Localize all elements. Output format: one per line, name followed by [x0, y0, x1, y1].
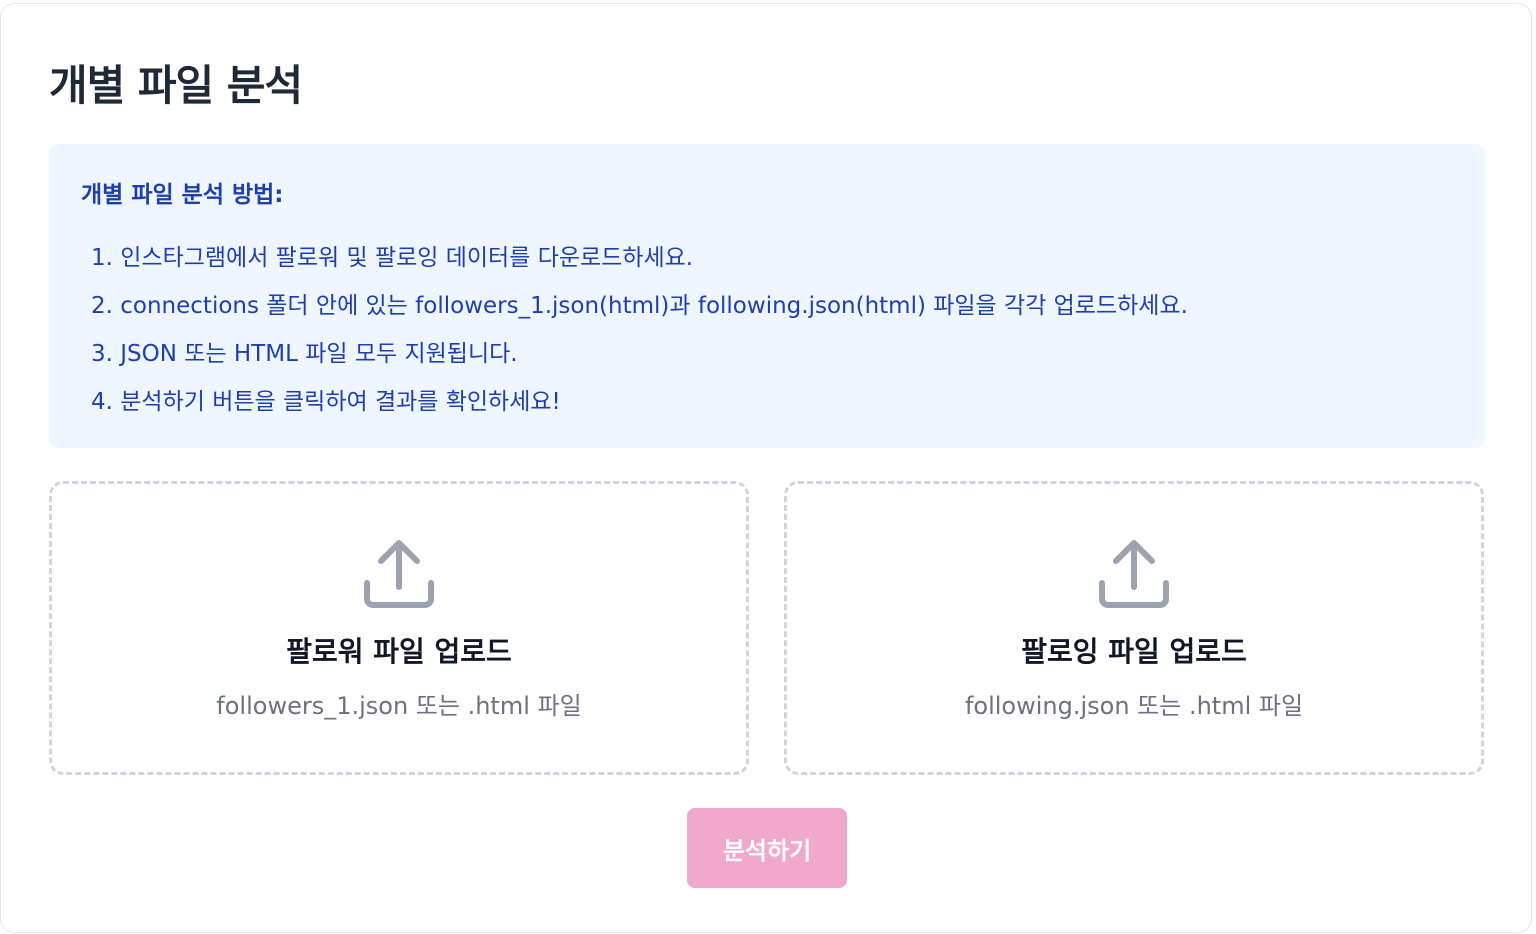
- page-title: 개별 파일 분석: [49, 61, 303, 110]
- instruction-step-1: 1. 인스타그램에서 팔로워 및 팔로잉 데이터를 다운로드하세요.: [91, 245, 694, 271]
- upload-icon: [364, 540, 434, 608]
- upload-icon: [1099, 540, 1169, 608]
- followers-upload-title: 팔로워 파일 업로드: [286, 635, 512, 668]
- analyze-button[interactable]: 분석하기: [687, 808, 847, 888]
- followers-upload-hint: followers_1.json 또는 .html 파일: [216, 692, 582, 720]
- instruction-step-3: 3. JSON 또는 HTML 파일 모두 지원됩니다.: [91, 341, 518, 367]
- instructions-title: 개별 파일 분석 방법:: [81, 182, 284, 208]
- following-upload-hint: following.json 또는 .html 파일: [964, 692, 1304, 720]
- instructions-list: 1. 인스타그램에서 팔로워 및 팔로잉 데이터를 다운로드하세요. 2. co…: [91, 234, 1188, 426]
- analysis-card: 개별 파일 분석 개별 파일 분석 방법: 1. 인스타그램에서 팔로워 및 팔…: [0, 3, 1532, 933]
- following-upload-dropzone[interactable]: 팔로잉 파일 업로드 following.json 또는 .html 파일: [784, 481, 1484, 775]
- following-upload-title: 팔로잉 파일 업로드: [1021, 635, 1247, 668]
- instructions-box: 개별 파일 분석 방법: 1. 인스타그램에서 팔로워 및 팔로잉 데이터를 다…: [49, 144, 1485, 448]
- instruction-step-4: 4. 분석하기 버튼을 클릭하여 결과를 확인하세요!: [91, 389, 561, 415]
- followers-upload-dropzone[interactable]: 팔로워 파일 업로드 followers_1.json 또는 .html 파일: [49, 481, 749, 775]
- instruction-step-2: 2. connections 폴더 안에 있는 followers_1.json…: [91, 293, 1188, 319]
